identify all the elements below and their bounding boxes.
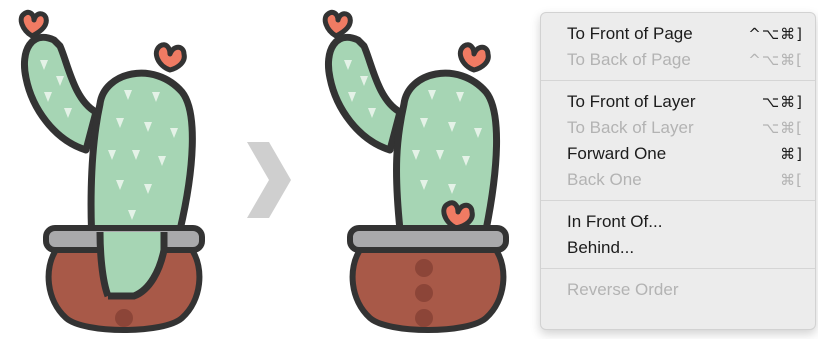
menu-item-shortcut: ⌥⌘] <box>761 93 803 111</box>
menu-item-label: To Front of Layer <box>567 92 696 111</box>
menu-item-to-front-of-page[interactable]: To Front of Page ^⌥⌘] <box>541 21 815 47</box>
menu-item-label: Reverse Order <box>567 280 679 299</box>
menu-item-label: Back One <box>567 170 642 189</box>
flower-icon <box>457 42 491 73</box>
menu-item-label: To Front of Page <box>567 24 693 43</box>
menu-separator <box>541 200 815 201</box>
menu-item-label: To Back of Page <box>567 50 691 69</box>
menu-item-shortcut: ^⌥⌘[ <box>748 51 803 69</box>
menu-separator <box>541 268 815 269</box>
menu-item-shortcut: ^⌥⌘] <box>748 25 803 43</box>
menu-item-label: To Back of Layer <box>567 118 694 137</box>
chevron-right-icon <box>247 142 291 218</box>
menu-item-to-back-of-page: To Back of Page ^⌥⌘[ <box>541 47 815 73</box>
menu-item-shortcut: ⌘[ <box>780 171 803 189</box>
flower-icon <box>441 200 475 231</box>
menu-item-reverse-order: Reverse Order <box>541 277 815 303</box>
menu-item-shortcut: ⌘] <box>780 145 803 163</box>
arrange-menu: To Front of Page ^⌥⌘] To Back of Page ^⌥… <box>540 12 816 330</box>
menu-item-to-back-of-layer: To Back of Layer ⌥⌘[ <box>541 115 815 141</box>
menu-item-shortcut: ⌥⌘[ <box>761 119 803 137</box>
cactus-after-illustration <box>322 9 509 333</box>
cactus-before-illustration <box>18 9 205 333</box>
menu-item-to-front-of-layer[interactable]: To Front of Layer ⌥⌘] <box>541 89 815 115</box>
menu-item-behind[interactable]: Behind... <box>541 235 815 261</box>
flower-icon <box>153 42 187 73</box>
menu-item-in-front-of[interactable]: In Front Of... <box>541 209 815 235</box>
flower-icon <box>18 9 49 39</box>
menu-item-label: Behind... <box>567 238 635 257</box>
menu-item-back-one: Back One ⌘[ <box>541 167 815 193</box>
menu-item-label: Forward One <box>567 144 667 163</box>
menu-item-label: In Front Of... <box>567 212 663 231</box>
flower-icon <box>322 9 353 39</box>
menu-item-forward-one[interactable]: Forward One ⌘] <box>541 141 815 167</box>
menu-separator <box>541 80 815 81</box>
